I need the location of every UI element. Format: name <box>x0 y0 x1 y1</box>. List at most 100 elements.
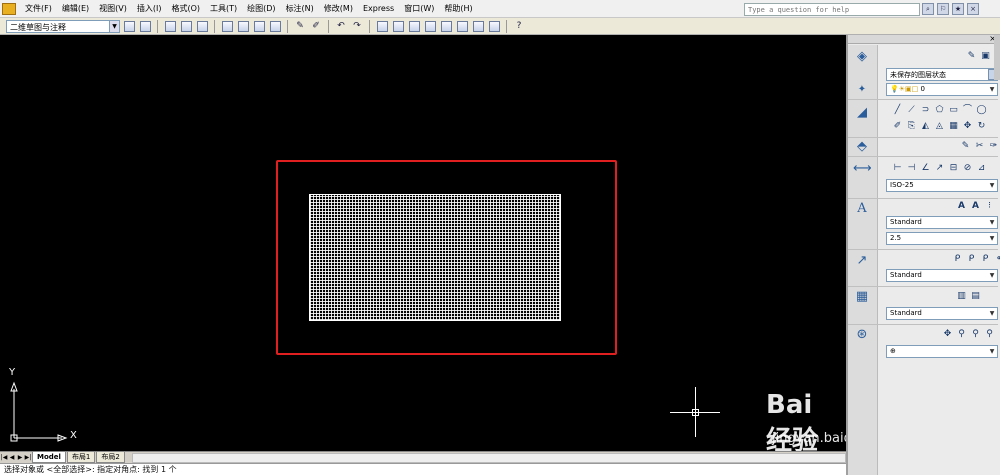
calculator-icon[interactable] <box>487 19 501 33</box>
add-leader-icon[interactable]: ᑭ <box>966 254 977 265</box>
panel-title-bar[interactable]: × <box>848 34 998 44</box>
autocad-app-icon[interactable] <box>2 2 16 15</box>
pan-icon[interactable]: ✥ <box>942 329 953 340</box>
rectangle-icon[interactable]: ▭ <box>948 105 959 116</box>
layer-properties-icon[interactable]: ✎ <box>966 51 977 62</box>
menu-format[interactable]: 格式(O) <box>166 3 205 14</box>
3d-dwf-icon[interactable] <box>268 19 282 33</box>
construction-line-icon[interactable]: ⟋ <box>906 105 917 116</box>
horizontal-scrollbar[interactable] <box>131 452 846 463</box>
command-line[interactable]: 选择对象或 <全部选择>: 指定对角点: 找到 1 个 <box>0 463 846 475</box>
menu-edit[interactable]: 编辑(E) <box>57 3 94 14</box>
layer-state-dropdown[interactable]: 未保存的图层状态 ▼ <box>886 68 998 81</box>
help-icon[interactable]: ? <box>512 19 526 33</box>
redo-icon[interactable]: ↷ <box>350 19 364 33</box>
hatched-grid-rectangle[interactable] <box>309 194 561 321</box>
radius-dim-icon[interactable]: ↗ <box>934 163 945 174</box>
layer-previous-icon[interactable]: ▣ <box>980 51 991 62</box>
mtext-icon[interactable]: A <box>956 201 967 212</box>
menu-window[interactable]: 窗口(W) <box>399 3 439 14</box>
drawing-canvas[interactable]: Y X Bai 经验 jingyan.baidu.com <box>0 35 846 451</box>
workspace-dropdown[interactable]: 二维草图与注释 ▼ <box>6 19 120 33</box>
zoom-icon[interactable] <box>391 19 405 33</box>
first-tab-icon[interactable]: |◀ <box>0 453 8 463</box>
dim-style-dropdown[interactable]: ISO-25 ▼ <box>886 179 998 192</box>
line-icon[interactable]: ╱ <box>892 105 903 116</box>
table-style-dropdown[interactable]: Standard ▼ <box>886 307 998 320</box>
table-style-icon[interactable]: ▤ <box>970 291 981 302</box>
remove-leader-icon[interactable]: ᑭ <box>980 254 991 265</box>
zoom-window-icon[interactable]: ⚲ <box>970 329 981 340</box>
table-icon[interactable]: ▦ <box>853 289 871 305</box>
print-icon[interactable] <box>220 19 234 33</box>
text-scale-icon[interactable]: ⁝ <box>984 201 995 212</box>
move-icon[interactable]: ✥ <box>962 121 973 132</box>
tab-layout2[interactable]: 布局2 <box>96 452 125 463</box>
match-properties-icon[interactable]: ✐ <box>309 19 323 33</box>
text-style-dropdown[interactable]: Standard ▼ <box>886 216 998 229</box>
sync-scale-icon[interactable]: ✑ <box>988 141 999 152</box>
menu-dimension[interactable]: 标注(N) <box>281 3 319 14</box>
plot-preview-icon[interactable] <box>236 19 250 33</box>
workspace-save-icon[interactable] <box>138 19 152 33</box>
text-icon[interactable]: A <box>853 201 871 217</box>
erase-icon[interactable]: ✐ <box>892 121 903 132</box>
circle-icon[interactable]: ◯ <box>976 105 987 116</box>
navigation-icon[interactable]: ⊛ <box>853 327 871 343</box>
remove-scale-icon[interactable]: ✂ <box>974 141 985 152</box>
baseline-dim-icon[interactable]: ⊟ <box>948 163 959 174</box>
favorites-star-icon[interactable]: ★ <box>952 3 964 15</box>
layers-icon[interactable]: ◈ <box>853 49 871 65</box>
communication-center-icon[interactable]: ⚐ <box>937 3 949 15</box>
add-scale-icon[interactable]: ✎ <box>960 141 971 152</box>
array-icon[interactable]: ▦ <box>948 121 959 132</box>
next-tab-icon[interactable]: ▶ <box>16 453 24 463</box>
properties-icon[interactable] <box>407 19 421 33</box>
open-file-icon[interactable] <box>179 19 193 33</box>
rotate-icon[interactable]: ↻ <box>976 121 987 132</box>
menu-insert[interactable]: 插入(I) <box>132 3 167 14</box>
save-file-icon[interactable] <box>195 19 209 33</box>
linear-dim-icon[interactable]: ⊢ <box>892 163 903 174</box>
menu-modify[interactable]: 修改(M) <box>319 3 358 14</box>
design-center-icon[interactable] <box>423 19 437 33</box>
leader-icon[interactable]: ⊿ <box>976 163 987 174</box>
menu-view[interactable]: 视图(V) <box>94 3 132 14</box>
dimensions-icon[interactable]: ⟷ <box>853 161 872 177</box>
cut-icon[interactable]: ✎ <box>293 19 307 33</box>
publish-icon[interactable] <box>252 19 266 33</box>
2d-draw-icon[interactable]: ◢ <box>853 105 871 121</box>
menu-file[interactable]: 文件(F) <box>20 3 57 14</box>
workspace-settings-icon[interactable] <box>122 19 136 33</box>
last-tab-icon[interactable]: ▶| <box>24 453 32 463</box>
panel-scrollbar[interactable] <box>994 35 1000 80</box>
multileader-icon[interactable]: ↗ <box>853 253 871 269</box>
offset-icon[interactable]: ◬ <box>934 121 945 132</box>
aligned-dim-icon[interactable]: ⊣ <box>906 163 917 174</box>
layer-dropdown[interactable]: 💡☀▣□ 0 ▼ <box>886 83 998 96</box>
help-search-input[interactable] <box>744 3 920 16</box>
menu-express[interactable]: Express <box>358 4 399 13</box>
pan-icon[interactable] <box>375 19 389 33</box>
make-current-icon[interactable]: ✦ <box>853 82 871 98</box>
view-dropdown[interactable]: ⊕ ▼ <box>886 345 998 358</box>
menu-draw[interactable]: 绘图(D) <box>242 3 280 14</box>
mleader-icon[interactable]: ᑭ <box>952 254 963 265</box>
new-file-icon[interactable] <box>163 19 177 33</box>
arc-icon[interactable]: ⌒ <box>962 105 973 116</box>
tab-model[interactable]: Model <box>32 452 66 463</box>
text-height-dropdown[interactable]: 2.5 ▼ <box>886 232 998 245</box>
menu-help[interactable]: 帮助(H) <box>439 3 477 14</box>
close-doc-icon[interactable]: × <box>967 3 979 15</box>
single-line-text-icon[interactable]: A <box>970 201 981 212</box>
zoom-realtime-icon[interactable]: ⚲ <box>956 329 967 340</box>
multileader-style-dropdown[interactable]: Standard ▼ <box>886 269 998 282</box>
search-icon[interactable]: ⌕ <box>922 3 934 15</box>
annotation-scale-icon[interactable]: ⬘ <box>853 139 871 155</box>
mirror-icon[interactable]: ◭ <box>920 121 931 132</box>
align-leader-icon[interactable]: ⚭ <box>994 254 1000 265</box>
menu-tools[interactable]: 工具(T) <box>205 3 242 14</box>
copy-icon[interactable]: ⎘ <box>906 121 917 132</box>
undo-icon[interactable]: ↶ <box>334 19 348 33</box>
prev-tab-icon[interactable]: ◀ <box>8 453 16 463</box>
